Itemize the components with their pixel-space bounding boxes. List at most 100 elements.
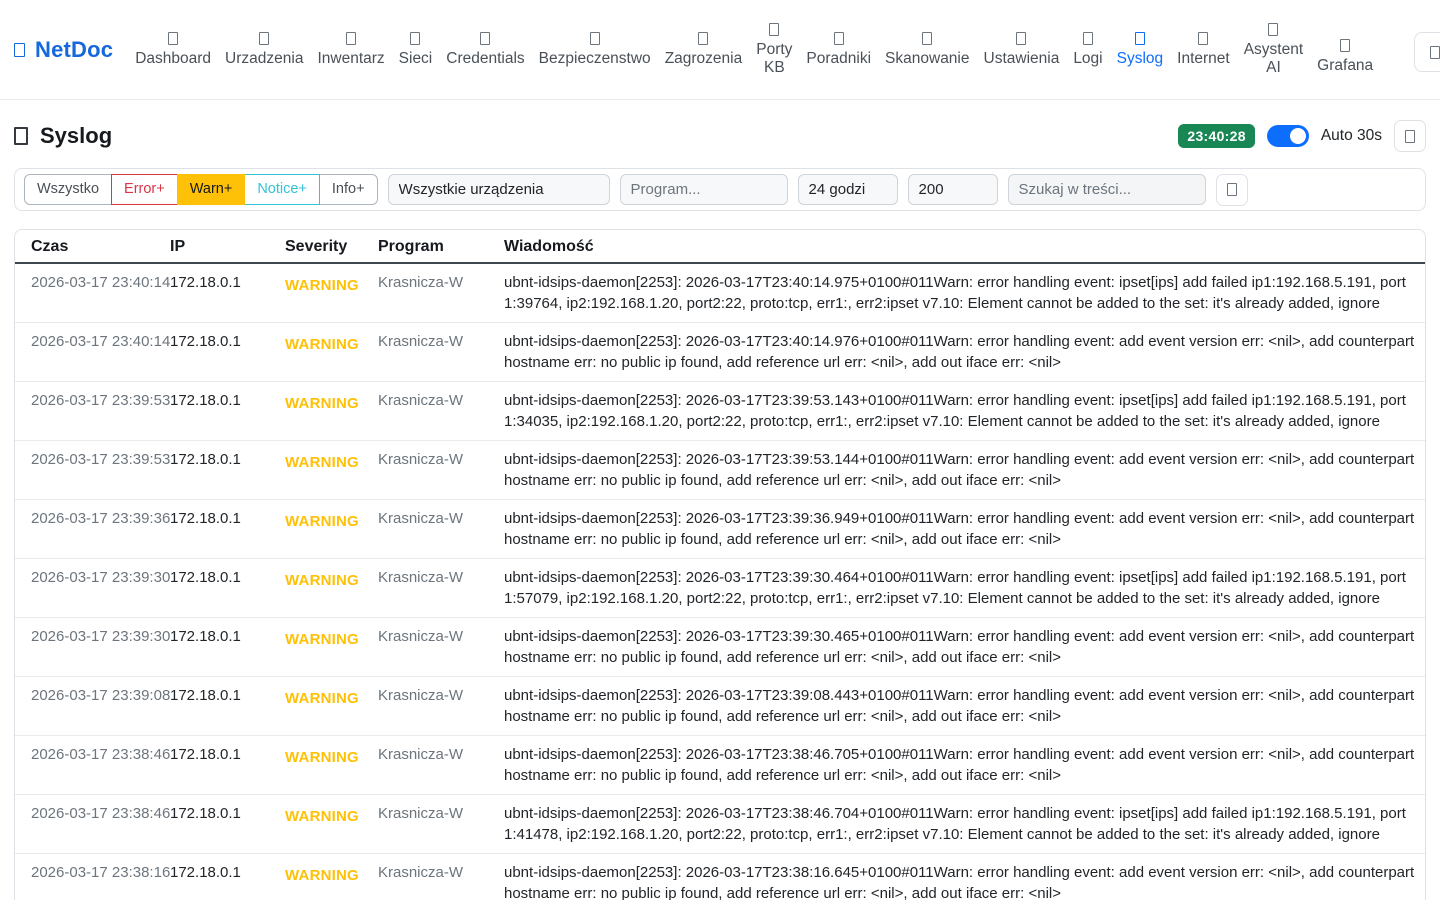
cell-ip: 172.18.0.1 — [162, 795, 277, 832]
col-header-czas: Czas — [15, 230, 162, 262]
cell-program: Krasnicza-W — [370, 795, 496, 832]
severity-filter-error[interactable]: Error+ — [111, 174, 178, 204]
cell-time: 2026-03-17 23:39:30 — [15, 618, 162, 655]
refresh-icon — [1405, 130, 1415, 143]
severity-badge: WARNING — [277, 323, 370, 363]
nav-item-logi[interactable]: Logi — [1073, 32, 1102, 68]
nav-item-inwentarz[interactable]: Inwentarz — [317, 32, 384, 68]
nav-item-ustawienia[interactable]: Ustawienia — [984, 32, 1060, 68]
cell-program: Krasnicza-W — [370, 264, 496, 301]
table-header-row: Czas IP Severity Program Wiadomość — [15, 230, 1425, 264]
auto-refresh-label: Auto 30s — [1321, 127, 1382, 145]
cell-ip: 172.18.0.1 — [162, 618, 277, 655]
brand-name: NetDoc — [35, 37, 113, 63]
cell-message: ubnt-idsips-daemon[2253]: 2026-03-17T23:… — [496, 795, 1425, 853]
nav-item-icon — [1135, 32, 1145, 45]
cell-message: ubnt-idsips-daemon[2253]: 2026-03-17T23:… — [496, 500, 1425, 558]
nav-item-icon — [1268, 23, 1278, 36]
cell-program: Krasnicza-W — [370, 736, 496, 773]
severity-badge: WARNING — [277, 500, 370, 540]
brand[interactable]: NetDoc — [14, 37, 113, 63]
table-row[interactable]: 2026-03-17 23:40:14 172.18.0.1 WARNING K… — [15, 264, 1425, 323]
table-row[interactable]: 2026-03-17 23:39:30 172.18.0.1 WARNING K… — [15, 618, 1425, 677]
cell-message: ubnt-idsips-daemon[2253]: 2026-03-17T23:… — [496, 677, 1425, 735]
cell-time: 2026-03-17 23:40:14 — [15, 323, 162, 360]
nav-item-zagrozenia[interactable]: Zagrozenia — [665, 32, 743, 68]
time-range-select[interactable]: 24 godzi — [798, 174, 898, 205]
navbar-overflow-button[interactable] — [1414, 32, 1440, 72]
nav-item-porty-kb[interactable]: Porty KB — [756, 23, 792, 77]
nav-item-poradniki[interactable]: Poradniki — [806, 32, 871, 68]
cell-program: Krasnicza-W — [370, 677, 496, 714]
severity-filter-wszystko[interactable]: Wszystko — [24, 174, 112, 204]
table-row[interactable]: 2026-03-17 23:38:46 172.18.0.1 WARNING K… — [15, 795, 1425, 854]
nav-item-asystent-ai[interactable]: Asystent AI — [1244, 23, 1303, 77]
nav-item-icon — [698, 32, 708, 45]
nav-item-label: Poradniki — [806, 50, 871, 68]
col-header-severity: Severity — [277, 230, 370, 262]
nav-item-label: Porty KB — [756, 41, 792, 77]
table-body: 2026-03-17 23:40:14 172.18.0.1 WARNING K… — [15, 264, 1425, 900]
table-row[interactable]: 2026-03-17 23:39:53 172.18.0.1 WARNING K… — [15, 382, 1425, 441]
severity-badge: WARNING — [277, 795, 370, 835]
top-navbar: NetDoc Dashboard Urzadzenia Inwentarz Si… — [0, 0, 1440, 100]
nav-item-bezpieczenstwo[interactable]: Bezpieczenstwo — [539, 32, 651, 68]
table-row[interactable]: 2026-03-17 23:39:36 172.18.0.1 WARNING K… — [15, 500, 1425, 559]
cell-message: ubnt-idsips-daemon[2253]: 2026-03-17T23:… — [496, 441, 1425, 499]
device-select[interactable]: Wszystkie urządzenia — [388, 174, 610, 205]
severity-filter-notice[interactable]: Notice+ — [244, 174, 320, 204]
nav-item-syslog[interactable]: Syslog — [1117, 32, 1164, 68]
cell-program: Krasnicza-W — [370, 618, 496, 655]
cell-ip: 172.18.0.1 — [162, 264, 277, 301]
nav-item-icon — [1340, 39, 1350, 52]
table-row[interactable]: 2026-03-17 23:38:16 172.18.0.1 WARNING K… — [15, 854, 1425, 900]
cell-time: 2026-03-17 23:39:30 — [15, 559, 162, 596]
limit-select[interactable]: 200 — [908, 174, 998, 205]
table-row[interactable]: 2026-03-17 23:39:08 172.18.0.1 WARNING K… — [15, 677, 1425, 736]
auto-refresh-toggle[interactable] — [1267, 125, 1309, 147]
nav-item-label: Credentials — [446, 50, 524, 68]
table-row[interactable]: 2026-03-17 23:39:30 172.18.0.1 WARNING K… — [15, 559, 1425, 618]
cell-time: 2026-03-17 23:39:36 — [15, 500, 162, 537]
nav-item-dashboard[interactable]: Dashboard — [135, 32, 211, 68]
cell-ip: 172.18.0.1 — [162, 382, 277, 419]
cell-time: 2026-03-17 23:38:46 — [15, 795, 162, 832]
nav-item-internet[interactable]: Internet — [1177, 32, 1230, 68]
nav-item-icon — [1198, 32, 1208, 45]
table-row[interactable]: 2026-03-17 23:38:46 172.18.0.1 WARNING K… — [15, 736, 1425, 795]
toggle-knob — [1290, 128, 1306, 144]
cell-message: ubnt-idsips-daemon[2253]: 2026-03-17T23:… — [496, 854, 1425, 900]
severity-badge: WARNING — [277, 382, 370, 422]
nav-item-sieci[interactable]: Sieci — [399, 32, 433, 68]
search-button[interactable] — [1216, 174, 1248, 206]
cell-program: Krasnicza-W — [370, 854, 496, 891]
table-row[interactable]: 2026-03-17 23:40:14 172.18.0.1 WARNING K… — [15, 323, 1425, 382]
nav-item-label: Ustawienia — [984, 50, 1060, 68]
nav-item-skanowanie[interactable]: Skanowanie — [885, 32, 969, 68]
nav-item-label: Asystent AI — [1244, 41, 1303, 77]
severity-badge: WARNING — [277, 559, 370, 599]
nav-item-label: Skanowanie — [885, 50, 969, 68]
cell-program: Krasnicza-W — [370, 559, 496, 596]
nav-item-icon — [1083, 32, 1093, 45]
nav-item-grafana[interactable]: Grafana — [1317, 39, 1373, 75]
program-input[interactable] — [620, 174, 788, 205]
syslog-title-icon — [14, 127, 28, 145]
severity-badge: WARNING — [277, 441, 370, 481]
cell-ip: 172.18.0.1 — [162, 559, 277, 596]
refresh-button[interactable] — [1394, 120, 1426, 152]
search-input[interactable] — [1008, 174, 1206, 205]
cell-message: ubnt-idsips-daemon[2253]: 2026-03-17T23:… — [496, 323, 1425, 381]
nav-item-urzadzenia[interactable]: Urzadzenia — [225, 32, 303, 68]
table-row[interactable]: 2026-03-17 23:39:53 172.18.0.1 WARNING K… — [15, 441, 1425, 500]
severity-filter-info[interactable]: Info+ — [319, 174, 378, 204]
nav-item-label: Grafana — [1317, 57, 1373, 75]
cell-time: 2026-03-17 23:38:16 — [15, 854, 162, 891]
cell-ip: 172.18.0.1 — [162, 500, 277, 537]
severity-badge: WARNING — [277, 736, 370, 776]
cell-program: Krasnicza-W — [370, 382, 496, 419]
cell-program: Krasnicza-W — [370, 441, 496, 478]
nav-item-credentials[interactable]: Credentials — [446, 32, 524, 68]
severity-filter-warn[interactable]: Warn+ — [177, 174, 246, 204]
page-title: Syslog — [14, 123, 112, 149]
